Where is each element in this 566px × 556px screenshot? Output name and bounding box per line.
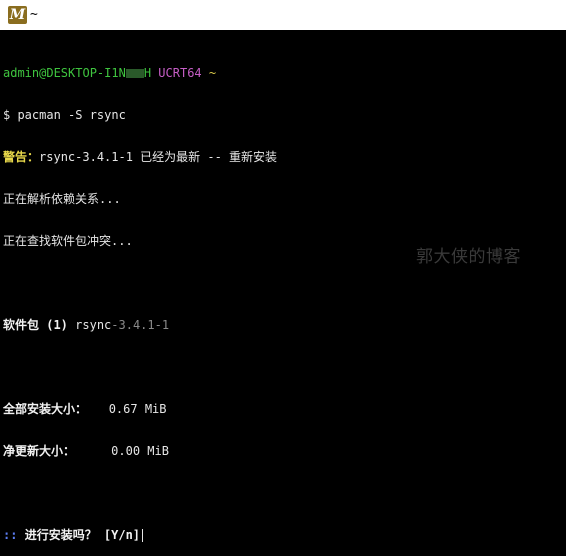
confirm-marker: :: bbox=[3, 528, 18, 542]
redacted-block bbox=[125, 69, 144, 78]
package-version: -3.4.1-1 bbox=[111, 318, 170, 332]
text-cursor[interactable] bbox=[142, 529, 144, 542]
window-title: ~ bbox=[30, 7, 38, 22]
resolving-line: 正在解析依赖关系... bbox=[3, 192, 121, 206]
total-install-value: 0.67 MiB bbox=[108, 402, 167, 416]
command-line: $ pacman -S rsync bbox=[3, 108, 126, 122]
window-title-bar[interactable]: M ~ bbox=[0, 0, 566, 30]
prompt-env: UCRT64 bbox=[158, 66, 202, 80]
total-install-line: 全部安装大小： 0.67 MiB bbox=[3, 402, 566, 416]
package-name: rsync bbox=[75, 318, 112, 332]
watermark: 郭大侠的博客 bbox=[416, 247, 521, 267]
prompt-user-host-end: H bbox=[143, 66, 152, 80]
packages-line: 软件包 (1) rsync-3.4.1-1 bbox=[3, 318, 566, 332]
confirm-text: 进行安装吗？ [Y/n] bbox=[24, 528, 141, 542]
prompt-line: admin@DESKTOP-I1N H UCRT64 ~ bbox=[3, 66, 566, 80]
total-install-label: 全部安装大小： bbox=[3, 402, 88, 416]
warning-text: rsync-3.4.1-1 已经为最新 -- 重新安装 bbox=[39, 150, 278, 164]
packages-label: 软件包 (1) bbox=[3, 318, 68, 332]
msys2-m-icon: M bbox=[8, 6, 27, 24]
net-upgrade-label: 净更新大小： bbox=[3, 444, 76, 458]
prompt-user-host: admin@DESKTOP-I1N bbox=[3, 66, 126, 80]
net-upgrade-value: 0.00 MiB bbox=[111, 444, 169, 458]
net-upgrade-line: 净更新大小： 0.00 MiB bbox=[3, 444, 566, 458]
terminal-output[interactable]: admin@DESKTOP-I1N H UCRT64 ~ $ pacman -S … bbox=[3, 38, 566, 556]
warning-label: 警告： bbox=[3, 150, 40, 164]
prompt-cwd: ~ bbox=[208, 66, 217, 80]
confirm-line: :: 进行安装吗？ [Y/n] bbox=[3, 528, 566, 542]
warning-line: 警告：rsync-3.4.1-1 已经为最新 -- 重新安装 bbox=[3, 150, 566, 164]
